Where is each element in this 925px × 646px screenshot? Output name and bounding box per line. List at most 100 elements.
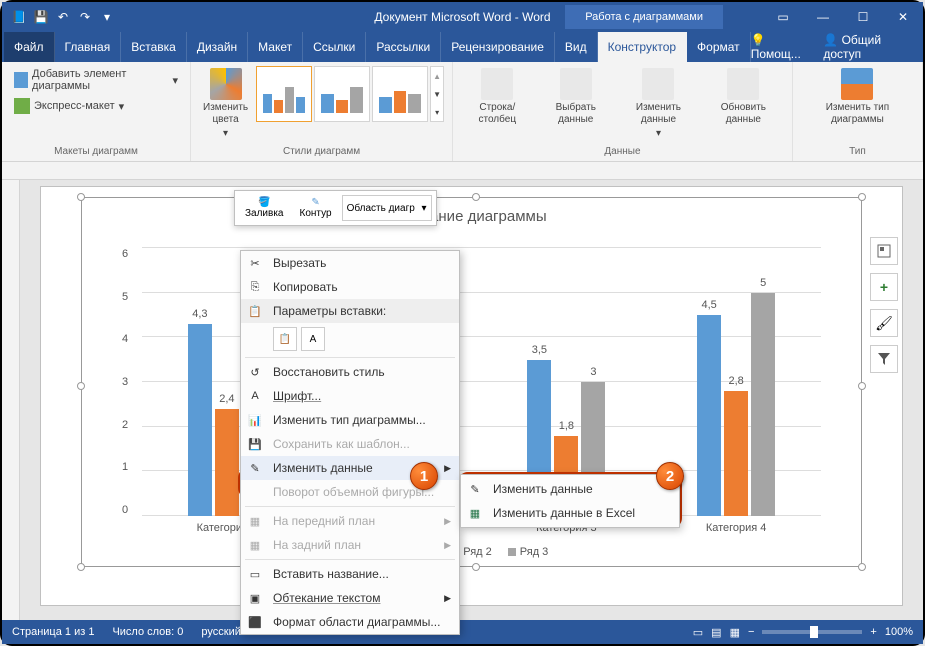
fill-button[interactable]: 🪣Заливка: [239, 195, 290, 221]
chart-title[interactable]: Название диаграммы: [82, 198, 861, 225]
redo-icon[interactable]: ↷: [76, 8, 94, 26]
bar[interactable]: 2,4: [215, 409, 239, 516]
tab-format[interactable]: Формат: [687, 32, 751, 62]
menu-save-template: 💾Сохранить как шаблон...: [241, 432, 459, 456]
chart-style-gallery[interactable]: ▲ ▼ ▾: [256, 66, 444, 122]
document-area: Название диаграммы 0123456 4,32,422,54,4…: [2, 180, 923, 620]
zoom-in-button[interactable]: +: [870, 626, 876, 638]
zoom-slider[interactable]: [762, 630, 862, 634]
outline-button[interactable]: ✎Контур: [294, 195, 338, 221]
zoom-level[interactable]: 100%: [885, 626, 913, 638]
edit-data-button[interactable]: Изменить данные ▾: [618, 66, 699, 142]
tab-references[interactable]: Ссылки: [303, 32, 366, 62]
tab-home[interactable]: Главная: [55, 32, 122, 62]
menu-font[interactable]: AШрифт...: [241, 384, 459, 408]
paste-icon: 📋: [247, 303, 263, 319]
quick-layout-button[interactable]: Экспресс-макет ▾: [10, 96, 182, 116]
submenu-edit-data-excel[interactable]: ▦Изменить данные в Excel: [461, 501, 679, 525]
selection-handle[interactable]: [472, 193, 480, 201]
tab-view[interactable]: Вид: [555, 32, 598, 62]
refresh-icon: [727, 68, 759, 100]
minimize-button[interactable]: —: [803, 2, 843, 32]
tab-insert[interactable]: Вставка: [121, 32, 187, 62]
horizontal-ruler[interactable]: [2, 162, 923, 180]
selection-handle[interactable]: [77, 563, 85, 571]
ribbon-options-icon[interactable]: ▭: [763, 2, 803, 32]
chart-style-2[interactable]: [314, 66, 370, 122]
titlebar: 📘 💾 ↶ ↷ ▾ Документ Microsoft Word - Word…: [2, 2, 923, 32]
gallery-more-icon[interactable]: ▾: [431, 108, 443, 117]
maximize-button[interactable]: ☐: [843, 2, 883, 32]
bar[interactable]: 2,8: [724, 391, 748, 516]
status-words[interactable]: Число слов: 0: [112, 626, 183, 638]
tab-review[interactable]: Рецензирование: [441, 32, 555, 62]
select-data-button[interactable]: Выбрать данные: [537, 66, 614, 128]
selection-handle[interactable]: [77, 382, 85, 390]
bar[interactable]: 4,3: [188, 324, 212, 516]
close-button[interactable]: ✕: [883, 2, 923, 32]
save-icon[interactable]: 💾: [32, 8, 50, 26]
chart-elements-button[interactable]: +: [870, 273, 898, 301]
tell-me[interactable]: 💡 Помощ...: [751, 33, 812, 61]
submenu-edit-data[interactable]: ✎Изменить данные: [461, 477, 679, 501]
selection-handle[interactable]: [472, 563, 480, 571]
chart-style-1[interactable]: [256, 66, 312, 122]
switch-row-col-button[interactable]: Строка/столбец: [461, 66, 533, 128]
group-chart-layouts: Добавить элемент диаграммы ▾ Экспресс-ма…: [2, 62, 191, 161]
menu-format-chart-area[interactable]: ⬛Формат области диаграммы...: [241, 610, 459, 634]
ribbon-tabs: Файл Главная Вставка Дизайн Макет Ссылки…: [2, 32, 923, 62]
add-element-icon: [14, 72, 28, 88]
chart-filters-button[interactable]: [870, 345, 898, 373]
view-read-icon[interactable]: ▭: [693, 626, 703, 639]
status-page[interactable]: Страница 1 из 1: [12, 626, 94, 638]
page[interactable]: Название диаграммы 0123456 4,32,422,54,4…: [40, 186, 903, 606]
gallery-down-icon[interactable]: ▼: [431, 90, 443, 99]
tab-constructor[interactable]: Конструктор: [598, 32, 687, 62]
gallery-up-icon[interactable]: ▲: [431, 72, 443, 81]
reset-icon: ↺: [247, 364, 263, 380]
menu-send-back: ▦На задний план▶: [241, 533, 459, 557]
menu-change-type[interactable]: 📊Изменить тип диаграммы...: [241, 408, 459, 432]
edit-data-icon: [642, 68, 674, 100]
change-chart-type-button[interactable]: Изменить тип диаграммы: [801, 66, 914, 128]
vertical-ruler[interactable]: [2, 180, 20, 620]
context-menu: ✂Вырезать ⎘Копировать 📋Параметры вставки…: [240, 250, 460, 635]
qat-dropdown-icon[interactable]: ▾: [98, 8, 116, 26]
tab-mailings[interactable]: Рассылки: [366, 32, 441, 62]
paste-option-2[interactable]: A: [301, 327, 325, 351]
chart-styles-button[interactable]: 🖌: [870, 309, 898, 337]
tab-design[interactable]: Дизайн: [187, 32, 248, 62]
bar[interactable]: 5: [751, 293, 775, 516]
tab-file[interactable]: Файл: [4, 32, 55, 62]
share-button[interactable]: 👤 Общий доступ: [823, 33, 911, 61]
quick-layout-icon: [14, 98, 30, 114]
add-chart-element-button[interactable]: Добавить элемент диаграммы ▾: [10, 66, 182, 94]
selection-handle[interactable]: [858, 382, 866, 390]
zoom-out-button[interactable]: −: [748, 626, 754, 638]
refresh-data-button[interactable]: Обновить данные: [703, 66, 784, 128]
menu-text-wrap[interactable]: ▣Обтекание текстом▶: [241, 586, 459, 610]
chart-legend[interactable]: Ряд 1Ряд 2Ряд 3: [82, 546, 861, 558]
menu-copy[interactable]: ⎘Копировать: [241, 275, 459, 299]
change-colors-button[interactable]: Изменить цвета ▾: [199, 66, 252, 142]
selection-handle[interactable]: [858, 563, 866, 571]
menu-insert-caption[interactable]: ▭Вставить название...: [241, 562, 459, 586]
window-controls: ▭ — ☐ ✕: [763, 2, 923, 32]
paste-option-1[interactable]: 📋: [273, 327, 297, 351]
view-print-icon[interactable]: ▤: [711, 626, 721, 639]
chart-element-buttons: + 🖌: [870, 237, 898, 373]
menu-reset-style[interactable]: ↺Восстановить стиль: [241, 360, 459, 384]
view-web-icon[interactable]: ▦: [730, 626, 740, 639]
selection-handle[interactable]: [77, 193, 85, 201]
selection-handle[interactable]: [858, 193, 866, 201]
menu-cut[interactable]: ✂Вырезать: [241, 251, 459, 275]
layout-options-button[interactable]: [870, 237, 898, 265]
chart-area-combo[interactable]: Область диагр▾: [342, 195, 432, 221]
undo-icon[interactable]: ↶: [54, 8, 72, 26]
bar[interactable]: 4,5: [697, 315, 721, 516]
group-chart-styles: Изменить цвета ▾ ▲ ▼ ▾ Стили диаграмм: [191, 62, 453, 161]
mini-toolbar: 🪣Заливка ✎Контур Область диагр▾: [234, 190, 437, 226]
status-lang[interactable]: русский: [201, 626, 240, 638]
chart-style-3[interactable]: [372, 66, 428, 122]
tab-layout[interactable]: Макет: [248, 32, 303, 62]
